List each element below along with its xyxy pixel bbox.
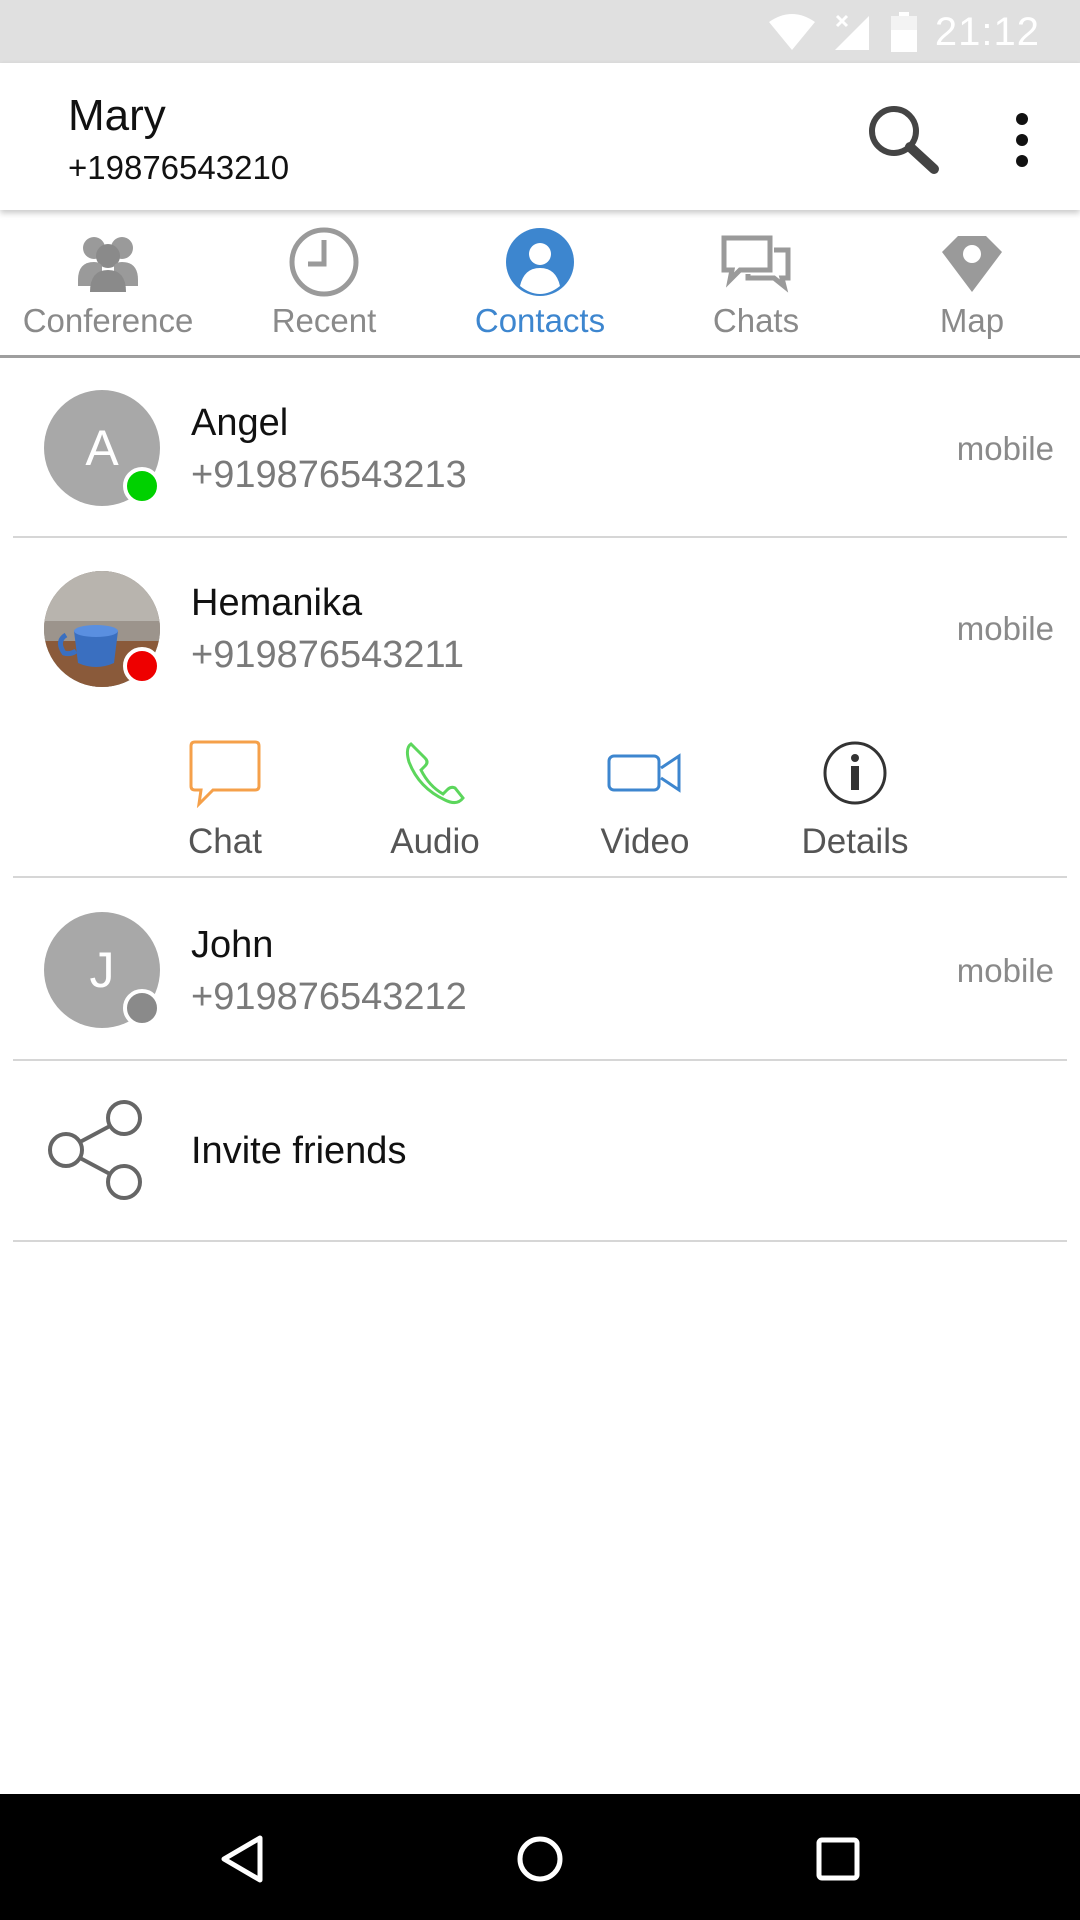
chats-icon	[721, 235, 791, 293]
tab-label: Contacts	[474, 302, 606, 339]
divider	[13, 536, 1067, 538]
contact-phone: +919876543213	[191, 454, 467, 496]
info-icon	[823, 741, 887, 805]
map-pin-icon	[942, 236, 1002, 292]
audio-call-button[interactable]: Audio	[355, 738, 515, 862]
contact-phone-type: mobile	[956, 952, 1054, 989]
recents-icon[interactable]	[803, 1824, 873, 1894]
back-icon[interactable]	[206, 1824, 276, 1894]
contact-phone: +919876543212	[191, 976, 467, 1018]
invite-friends-label: Invite friends	[191, 1130, 407, 1172]
phone-icon	[405, 742, 465, 805]
tab-map[interactable]: Map	[864, 210, 1080, 355]
action-label: Chat	[188, 822, 262, 861]
online-status-dot	[123, 467, 161, 505]
conference-icon	[78, 237, 138, 292]
battery-icon	[890, 12, 917, 52]
tab-label: Recent	[271, 302, 377, 339]
contact-phone-type: mobile	[956, 430, 1054, 467]
tab-bar: Conference Recent Contacts Chats Map	[0, 210, 1080, 358]
status-time: 21:12	[934, 9, 1040, 54]
home-icon[interactable]	[505, 1824, 575, 1894]
video-call-button[interactable]: Video	[565, 738, 725, 862]
contact-row-john[interactable]: J John +919876543212 mobile	[0, 880, 1080, 1058]
contact-icon	[506, 228, 574, 296]
action-label: Video	[600, 822, 690, 861]
tab-label: Conference	[22, 302, 194, 339]
divider	[13, 1240, 1067, 1242]
contact-name: Angel	[191, 402, 289, 444]
app-header: Mary +19876543210	[0, 63, 1080, 210]
account-name: Mary	[68, 91, 166, 140]
contact-row-hemanika[interactable]: Hemanika +919876543211 mobile	[0, 540, 1080, 715]
contact-phone-type: mobile	[956, 610, 1054, 647]
search-icon[interactable]	[862, 99, 942, 179]
action-label: Audio	[390, 822, 480, 861]
invite-friends-row[interactable]: Invite friends	[0, 1062, 1080, 1240]
clock-icon	[289, 227, 359, 297]
contact-name: John	[191, 924, 274, 966]
video-camera-icon	[607, 753, 681, 793]
chat-bubble-icon	[189, 740, 261, 808]
wifi-icon	[768, 14, 815, 50]
tab-contacts[interactable]: Contacts	[432, 210, 648, 355]
contact-name: Hemanika	[191, 582, 363, 624]
details-button[interactable]: Details	[775, 738, 935, 862]
status-icons: 21:12	[768, 9, 1040, 54]
contact-row-angel[interactable]: A Angel +919876543213 mobile	[0, 360, 1080, 538]
chat-action-button[interactable]: Chat	[145, 738, 305, 862]
share-icon	[48, 1100, 142, 1200]
busy-status-dot	[123, 647, 161, 685]
status-bar: 21:12	[0, 0, 1080, 63]
action-label: Details	[801, 822, 909, 861]
tab-label: Map	[939, 302, 1005, 339]
tab-label: Chats	[712, 302, 800, 339]
tab-recent[interactable]: Recent	[216, 210, 432, 355]
contact-phone: +919876543211	[191, 634, 464, 676]
offline-status-dot	[123, 989, 161, 1027]
divider	[13, 1059, 1067, 1061]
tab-conference[interactable]: Conference	[0, 210, 216, 355]
account-phone: +19876543210	[68, 149, 290, 186]
divider	[13, 876, 1067, 878]
tab-chats[interactable]: Chats	[648, 210, 864, 355]
system-nav-bar	[0, 1794, 1080, 1920]
overflow-menu-icon[interactable]	[998, 103, 1046, 183]
signal-off-icon	[834, 14, 869, 50]
